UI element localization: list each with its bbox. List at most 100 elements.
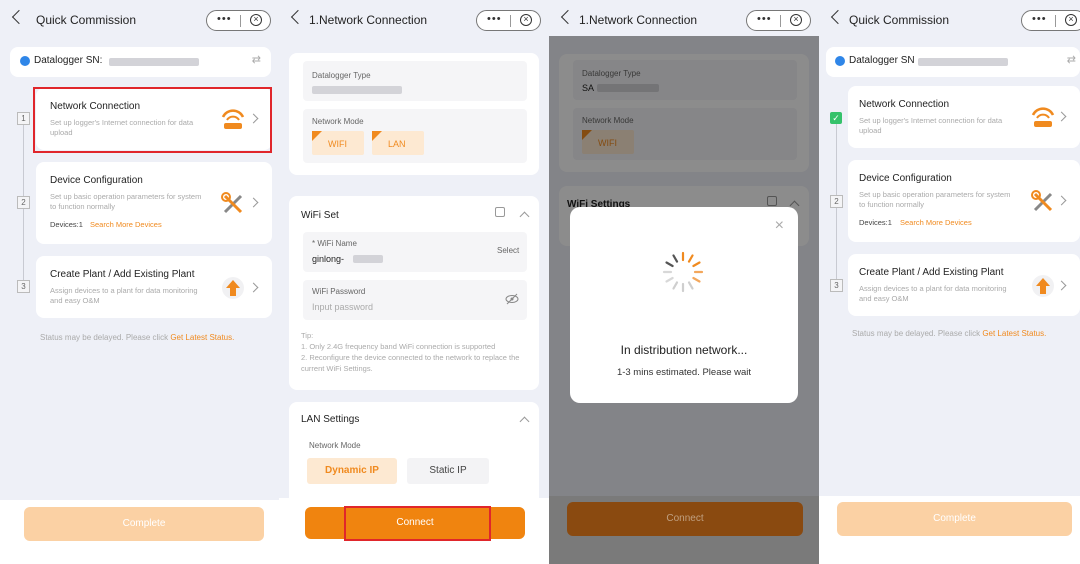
step-title: Create Plant / Add Existing Plant (50, 269, 195, 280)
step-device-configuration[interactable]: Device Configuration Set up basic operat… (848, 160, 1080, 242)
router-icon (1031, 107, 1055, 127)
masked-wifi-suffix (353, 255, 383, 263)
masked-type-value (312, 86, 402, 94)
capsule-divider (780, 15, 781, 27)
capsule-divider (1055, 15, 1056, 27)
switch-icon[interactable]: ⇄ (252, 53, 261, 66)
mini-program-capsule: ••• × (746, 10, 811, 31)
get-latest-status-link[interactable]: Get Latest Status. (982, 329, 1046, 338)
page-title: Quick Commission (36, 13, 137, 27)
info-icon (20, 56, 30, 66)
close-icon[interactable]: × (775, 217, 784, 235)
highlight-box (33, 87, 272, 153)
mini-program-capsule: ••• × (476, 10, 541, 31)
back-arrow-icon[interactable] (830, 9, 846, 25)
complete-button[interactable]: Complete (24, 507, 264, 541)
get-latest-status-link[interactable]: Get Latest Status. (170, 333, 234, 342)
network-mode-label: Network Mode (312, 117, 364, 126)
step-device-configuration[interactable]: Device Configuration Set up basic operat… (36, 162, 272, 244)
edit-icon[interactable] (495, 207, 505, 217)
step-description: Set up basic operation parameters for sy… (50, 192, 202, 211)
wifi-name-label: * WiFi Name (312, 239, 357, 248)
mode-label: WIFI (328, 139, 347, 149)
header: 1.Network Connection ••• × (279, 0, 549, 40)
datalogger-info-card: Datalogger Type Network Mode WIFI LAN (289, 53, 539, 175)
wifi-password-placeholder[interactable]: Input password (312, 302, 373, 312)
wifi-name-value: ginlong- (312, 254, 345, 264)
page-title: 1.Network Connection (309, 13, 428, 27)
mode-wifi-chip[interactable]: WIFI (312, 131, 364, 155)
step-network-connection[interactable]: Network Connection Set up logger's Inter… (848, 86, 1080, 148)
header: Quick Commission ••• × (819, 0, 1080, 40)
progress-modal: × In distribution network... 1-3 mins es… (570, 207, 798, 403)
select-wifi-link[interactable]: Select (497, 246, 519, 255)
eye-off-icon[interactable] (505, 292, 519, 306)
search-more-devices-link[interactable]: Search More Devices (900, 218, 972, 227)
close-icon[interactable]: × (250, 14, 262, 26)
datalogger-type-field: Datalogger Type (303, 61, 527, 101)
device-count: Devices:1 (50, 220, 83, 229)
static-ip-option[interactable]: Static IP (407, 458, 489, 484)
chevron-right-icon (1056, 195, 1067, 206)
plant-icon (222, 277, 244, 299)
switch-icon[interactable]: ⇄ (1067, 53, 1076, 66)
more-icon[interactable]: ••• (217, 13, 232, 25)
more-icon[interactable]: ••• (1032, 13, 1047, 25)
datalogger-sn-card: Datalogger SN: ⇄ (10, 47, 271, 77)
step-description: Set up basic operation parameters for sy… (859, 190, 1011, 209)
step-title: Create Plant / Add Existing Plant (859, 267, 1004, 278)
step-number-1: 1 (17, 112, 30, 125)
panel-distribution-progress: 1.Network Connection ••• × Datalogger Ty… (549, 0, 819, 564)
lan-settings-title: LAN Settings (301, 414, 360, 425)
search-more-devices-link[interactable]: Search More Devices (90, 220, 162, 229)
step-create-plant[interactable]: Create Plant / Add Existing Plant Assign… (36, 256, 272, 318)
info-icon (835, 56, 845, 66)
close-icon[interactable]: × (520, 14, 532, 26)
header: 1.Network Connection ••• × (549, 0, 819, 40)
more-icon[interactable]: ••• (757, 13, 772, 25)
step-number-2: 2 (830, 195, 843, 208)
panel-network-connection: 1.Network Connection ••• × Datalogger Ty… (279, 0, 549, 564)
back-arrow-icon[interactable] (11, 9, 27, 25)
wifi-password-label: WiFi Password (312, 287, 366, 296)
lan-settings-card: LAN Settings Network Mode Dynamic IP Sta… (289, 402, 539, 512)
capsule-divider (510, 15, 511, 27)
connect-button[interactable]: Connect (567, 502, 803, 536)
step-number-2: 2 (17, 196, 30, 209)
dynamic-ip-option[interactable]: Dynamic IP (307, 458, 397, 484)
mode-lan-chip[interactable]: LAN (372, 131, 424, 155)
close-icon[interactable]: × (790, 14, 802, 26)
step-description: Assign devices to a plant for data monit… (859, 284, 1007, 303)
tip-line-2: 2. Reconfigure the device connected to t… (301, 353, 520, 373)
page-title: 1.Network Connection (579, 13, 698, 27)
complete-button[interactable]: Complete (837, 502, 1072, 536)
tools-icon (1031, 190, 1053, 212)
back-arrow-icon[interactable] (560, 9, 576, 25)
mini-program-capsule: ••• × (206, 10, 271, 31)
masked-serial (918, 58, 1008, 66)
more-icon[interactable]: ••• (487, 13, 502, 25)
lan-network-mode-label: Network Mode (309, 441, 361, 450)
step-create-plant[interactable]: Create Plant / Add Existing Plant Assign… (848, 254, 1080, 316)
chevron-up-icon[interactable] (519, 211, 530, 222)
mini-program-capsule: ••• × (1021, 10, 1080, 31)
modal-subtitle: 1-3 mins estimated. Please wait (616, 367, 752, 378)
step-description: Set up logger's Internet connection for … (859, 116, 1003, 135)
wifi-password-field[interactable]: WiFi Password Input password (303, 280, 527, 320)
wifi-name-field[interactable]: * WiFi Name ginlong- Select (303, 232, 527, 272)
datalogger-type-label: Datalogger Type (312, 71, 371, 80)
datalogger-sn-label: Datalogger SN: (34, 55, 103, 66)
plant-icon (1032, 275, 1054, 297)
step-complete-check-icon: ✓ (830, 112, 842, 124)
step-title: Device Configuration (859, 173, 952, 184)
back-arrow-icon[interactable] (290, 9, 306, 25)
wifi-tip: Tip: 1. Only 2.4G frequency band WiFi co… (301, 330, 527, 374)
selected-corner-icon (312, 131, 322, 141)
panel-quick-commission-done: Quick Commission ••• × Datalogger SN ⇄ ✓… (819, 0, 1080, 564)
close-icon[interactable]: × (1065, 14, 1077, 26)
step-title: Device Configuration (50, 175, 143, 186)
masked-serial (109, 58, 199, 66)
capsule-divider (240, 15, 241, 27)
selected-corner-icon (372, 131, 382, 141)
chevron-up-icon[interactable] (519, 416, 530, 427)
